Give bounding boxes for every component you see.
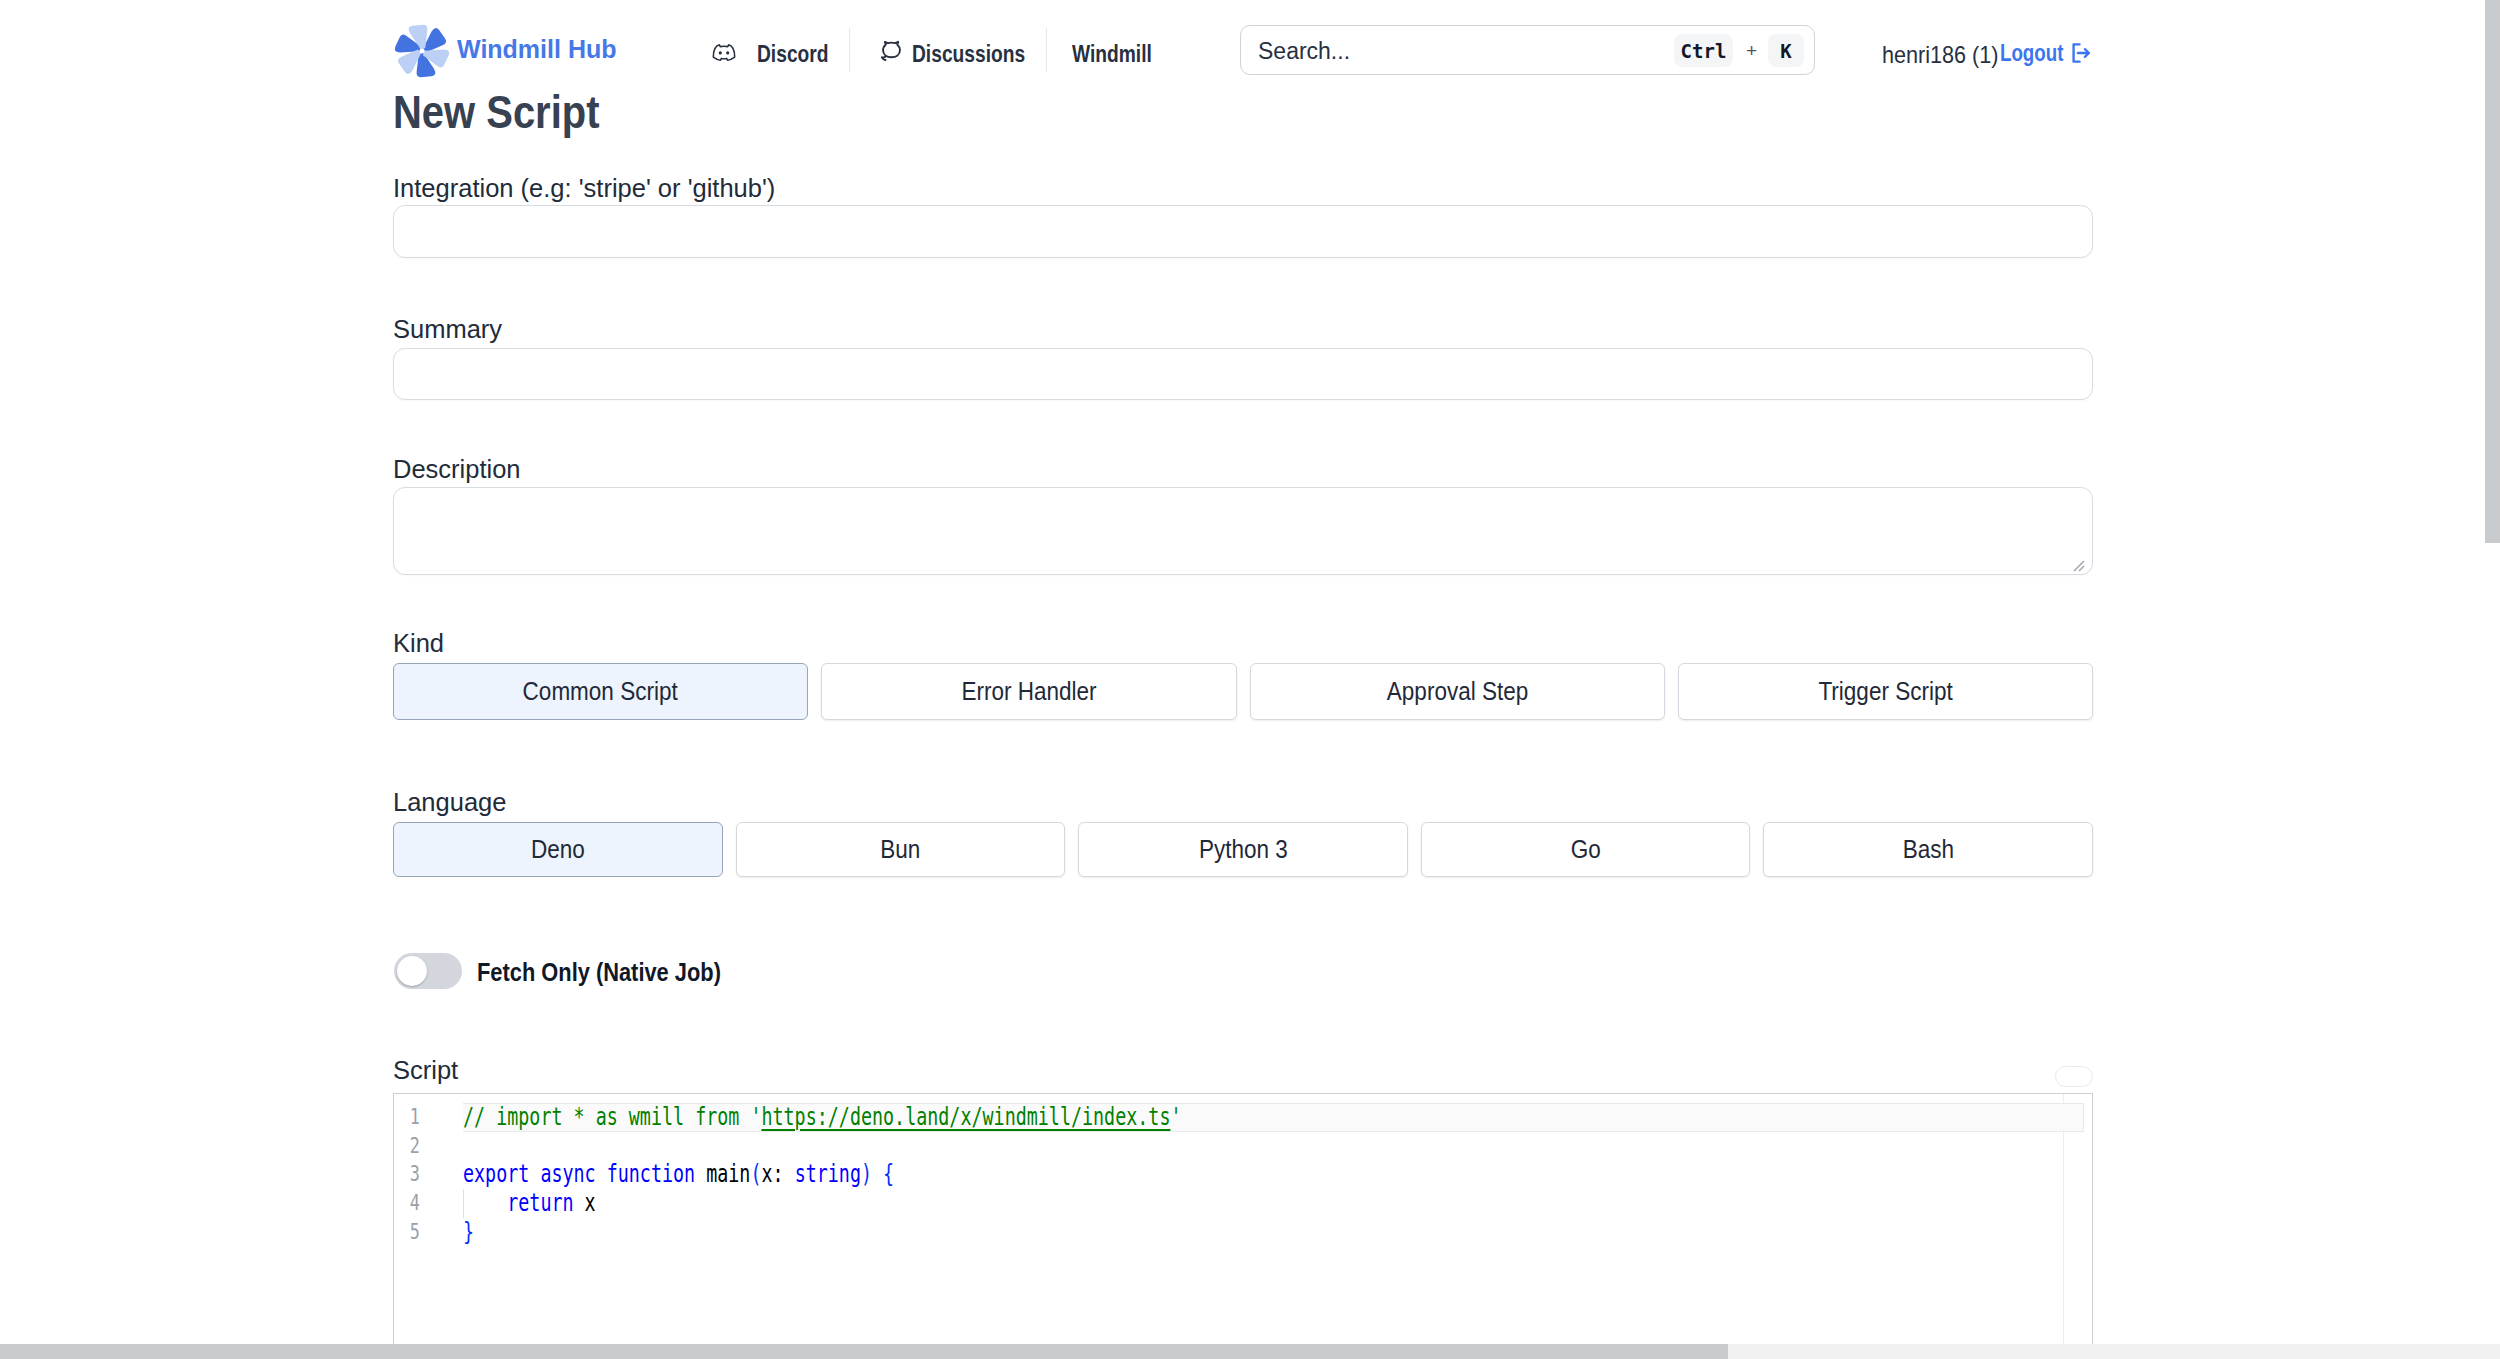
line-number: 2	[400, 1132, 420, 1161]
toggle-knob	[397, 956, 427, 986]
search-input[interactable]: Search... Ctrl + K	[1240, 25, 1815, 75]
nav-separator	[849, 28, 850, 72]
kind-option-error-handler[interactable]: Error Handler	[821, 663, 1236, 720]
kind-label: Kind	[393, 629, 444, 658]
language-option-bun[interactable]: Bun	[736, 822, 1066, 877]
description-textarea[interactable]	[393, 487, 2093, 575]
line-number: 3	[400, 1160, 420, 1189]
language-option-deno[interactable]: Deno	[393, 822, 723, 877]
nav-discord[interactable]: Discord	[757, 40, 846, 68]
nav-separator	[1046, 28, 1047, 72]
kind-option-approval-step[interactable]: Approval Step	[1250, 663, 1665, 720]
code-line: return x	[463, 1189, 596, 1218]
integration-input[interactable]	[393, 205, 2093, 258]
summary-label: Summary	[393, 315, 502, 344]
brand-title[interactable]: Windmill Hub	[457, 35, 616, 64]
editor-toggle-pill[interactable]	[2055, 1066, 2093, 1087]
horizontal-scrollbar-thumb[interactable]	[0, 1344, 1728, 1359]
kind-option-common-script[interactable]: Common Script	[393, 663, 808, 720]
language-options: DenoBunPython 3GoBash	[393, 822, 2093, 877]
indent-guide	[463, 1189, 464, 1218]
fetch-only-toggle[interactable]	[394, 953, 462, 989]
username-label: henri186 (1)	[1882, 41, 1998, 69]
integration-label: Integration (e.g: 'stripe' or 'github')	[393, 174, 775, 203]
language-label: Language	[393, 788, 506, 817]
kind-options: Common ScriptError HandlerApproval StepT…	[393, 663, 2093, 720]
language-option-python-3[interactable]: Python 3	[1078, 822, 1408, 877]
line-number: 1	[400, 1103, 420, 1132]
nav-windmill[interactable]: Windmill	[1072, 40, 1172, 68]
kbd-ctrl: Ctrl	[1674, 34, 1733, 67]
kind-option-trigger-script[interactable]: Trigger Script	[1678, 663, 2093, 720]
logout-icon[interactable]	[2066, 40, 2092, 66]
code-line: // import * as wmill from 'https://deno.…	[463, 1103, 1182, 1132]
language-option-go[interactable]: Go	[1421, 822, 1751, 877]
code-line: export async function main(x: string) {	[463, 1160, 894, 1189]
search-placeholder: Search...	[1258, 38, 1350, 65]
line-number: 5	[400, 1218, 420, 1247]
language-option-bash[interactable]: Bash	[1763, 822, 2093, 877]
fetch-only-label: Fetch Only (Native Job)	[477, 957, 721, 988]
kbd-plus: +	[1746, 40, 1757, 62]
script-label: Script	[393, 1056, 458, 1085]
line-number: 4	[400, 1189, 420, 1218]
windmill-hub-logo-icon[interactable]	[395, 23, 449, 79]
editor-content-edge	[2063, 1094, 2064, 1359]
kbd-k: K	[1768, 34, 1804, 67]
code-editor[interactable]: 12345 // import * as wmill from 'https://…	[393, 1093, 2093, 1359]
description-label: Description	[393, 455, 521, 484]
discord-icon	[711, 41, 737, 63]
nav-discussions[interactable]: Discussions	[912, 40, 1053, 68]
code-line: }	[463, 1218, 474, 1247]
new-script-page: Windmill Hub Discord Discussions Windmil…	[0, 0, 2500, 1359]
discussions-icon	[877, 38, 906, 67]
vertical-scrollbar-thumb[interactable]	[2485, 0, 2500, 543]
summary-input[interactable]	[393, 348, 2093, 400]
page-title: New Script	[393, 84, 599, 139]
